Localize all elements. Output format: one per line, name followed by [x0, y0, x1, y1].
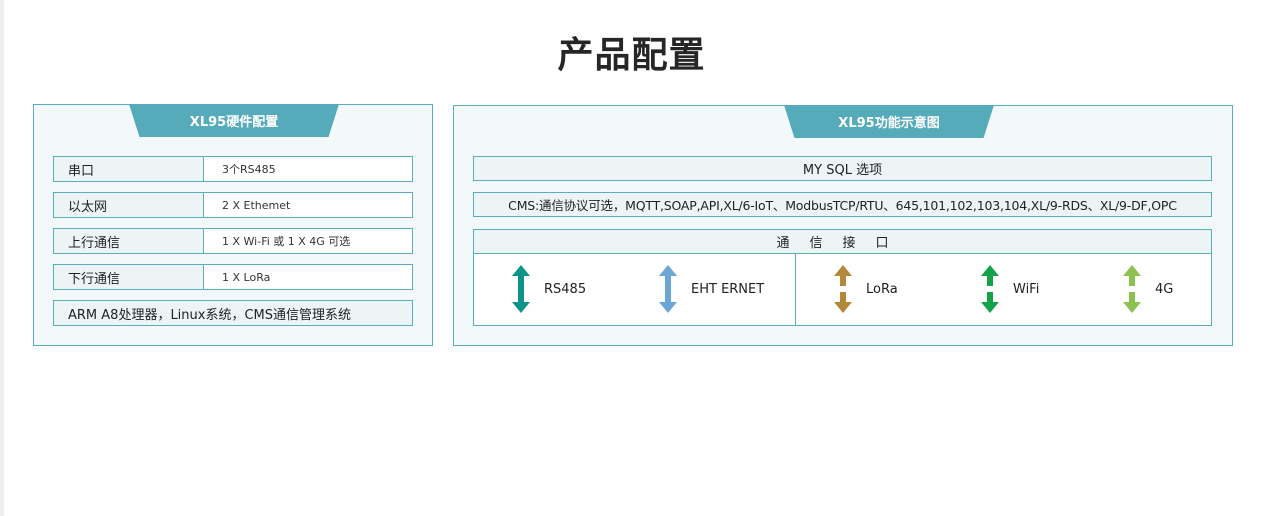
- interface-4g: 4G: [1123, 264, 1173, 314]
- hw-row-value: 3个RS485: [222, 163, 276, 176]
- double-arrow-icon: [659, 265, 677, 313]
- interface-label: EHT ERNET: [691, 281, 765, 297]
- hw-row-ethernet: 以太网 2 X Ethemet: [53, 192, 413, 218]
- hw-row-value: 2 X Ethemet: [222, 198, 291, 212]
- arrow-shape: [1123, 265, 1141, 313]
- hw-row-uplink: 上行通信 1 X Wi-Fi 或 1 X 4G 可选: [53, 228, 413, 254]
- arrow-shape: [834, 265, 852, 313]
- split-double-arrow-icon: [1123, 265, 1141, 313]
- hw-row-serial: 串口 3个RS485: [53, 156, 413, 182]
- interface-label: RS485: [544, 281, 587, 297]
- interface-rs485: RS485: [512, 264, 586, 314]
- split-double-arrow-icon: [981, 265, 999, 313]
- hardware-config-panel: XL95硬件配置 串口 3个RS485 以太网 2 X Ethemet 上行通信…: [33, 104, 433, 346]
- hw-row-value: 1 X Wi-Fi 或 1 X 4G 可选: [222, 235, 351, 248]
- interface-label: LoRa: [866, 281, 898, 297]
- arrow-shape: [512, 265, 530, 313]
- interface-ethernet: EHT ERNET: [659, 264, 764, 314]
- function-panel-tab: XL95功能示意图: [784, 105, 994, 138]
- hw-row-downlink: 下行通信 1 X LoRa: [53, 264, 413, 290]
- interface-divider: [795, 254, 796, 325]
- hw-row-key: 上行通信: [54, 229, 204, 253]
- cms-protocol-bar: CMS:通信协议可选，MQTT,SOAP,API,XL/6-IoT、Modbus…: [473, 192, 1212, 217]
- hw-row-key: 下行通信: [54, 265, 204, 289]
- hw-row-key: 串口: [54, 157, 204, 181]
- hw-row-key: 以太网: [54, 193, 204, 217]
- interface-header-label: 通信接口: [776, 236, 909, 251]
- hardware-panel-tab: XL95硬件配置: [129, 104, 339, 137]
- hw-row-value: 1 X LoRa: [222, 270, 271, 284]
- page-title: 产品配置: [557, 35, 706, 76]
- interface-header-bar: 通信接口: [473, 229, 1212, 254]
- interface-wifi: WiFi: [981, 264, 1039, 314]
- interface-list: RS485 EHT ERNET LoRa WiFi 4G: [473, 254, 1212, 326]
- interface-label: 4G: [1155, 281, 1174, 297]
- mysql-option-bar: MY SQL 选项: [473, 156, 1212, 181]
- arrow-shape: [981, 265, 999, 313]
- hw-row-processor: ARM A8处理器，Linux系统，CMS通信管理系统: [53, 300, 413, 326]
- split-double-arrow-icon: [834, 265, 852, 313]
- interface-lora: LoRa: [834, 264, 898, 314]
- function-diagram-panel: XL95功能示意图 MY SQL 选项 CMS:通信协议可选，MQTT,SOAP…: [453, 105, 1233, 346]
- interface-label: WiFi: [1013, 281, 1040, 297]
- arrow-shape: [659, 265, 677, 313]
- double-arrow-icon: [512, 265, 530, 313]
